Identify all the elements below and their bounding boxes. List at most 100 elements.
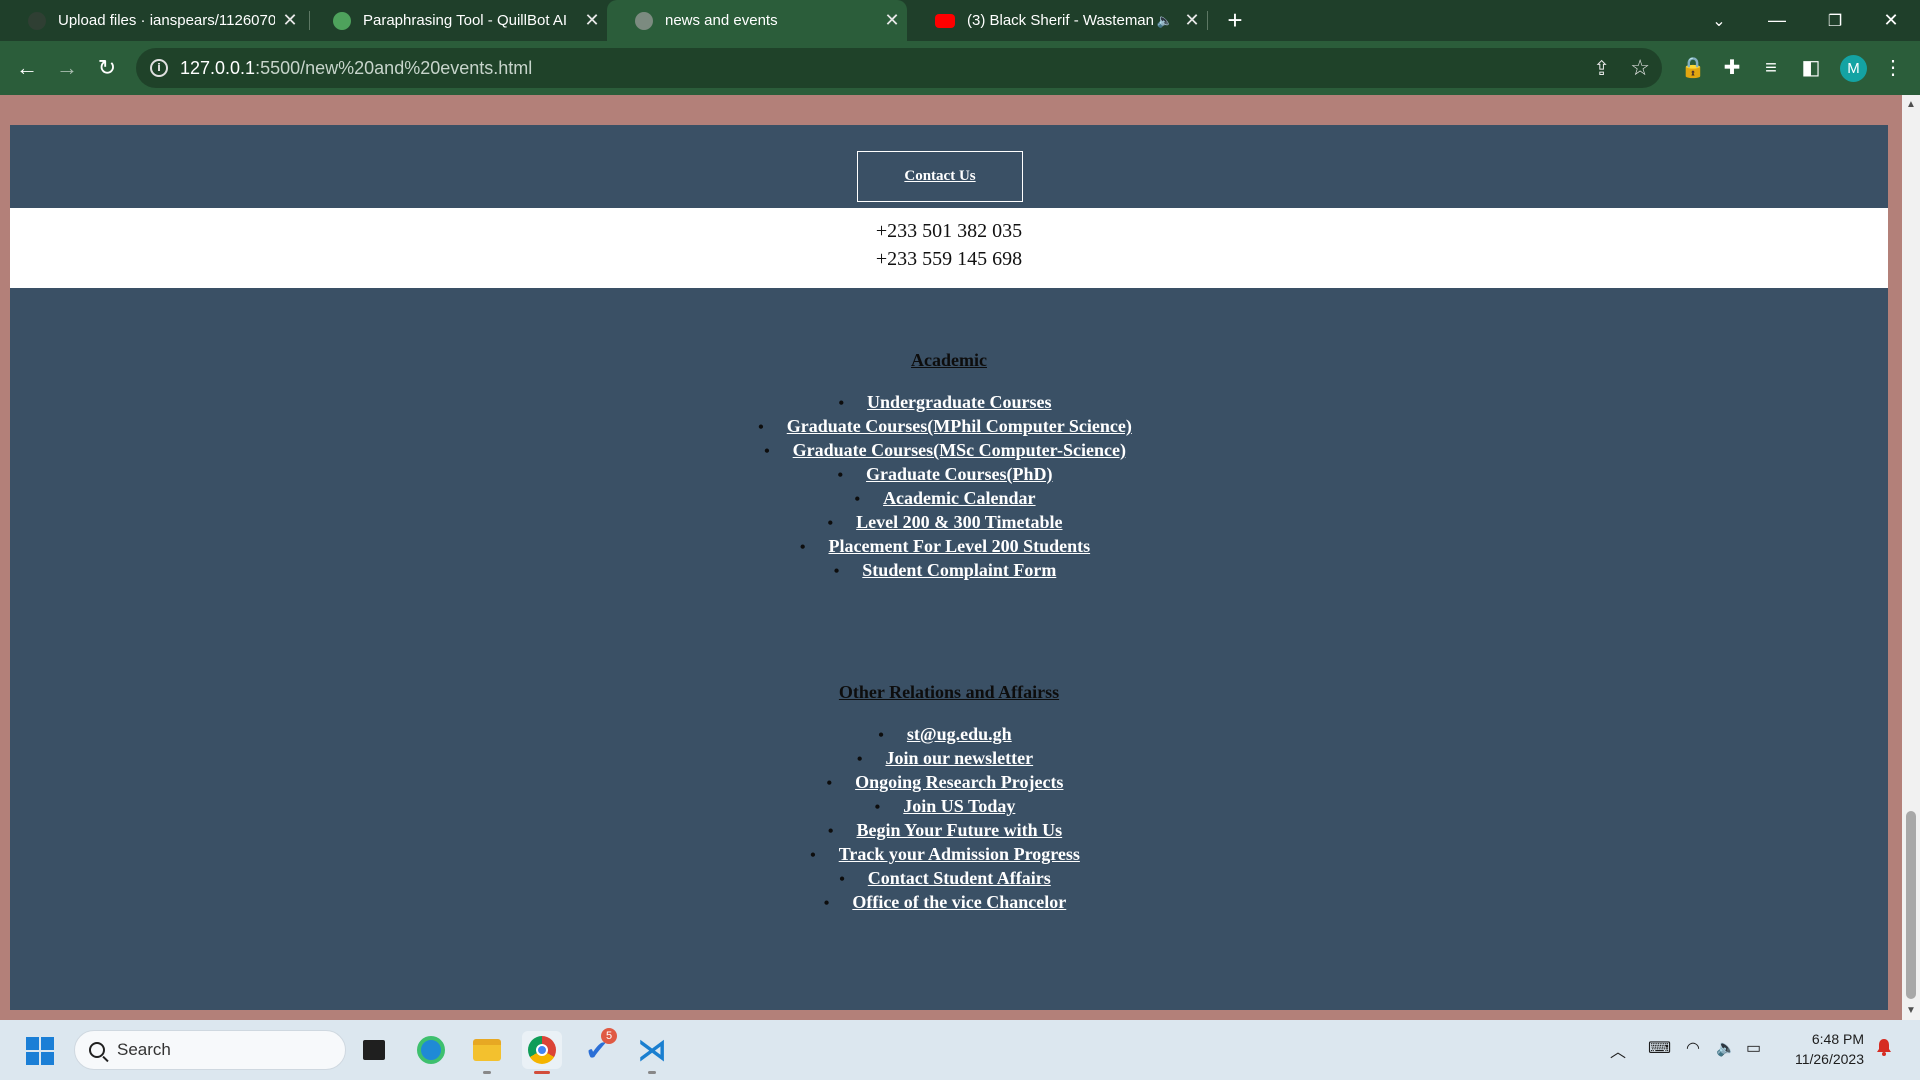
clock-date: 11/26/2023 xyxy=(1794,1051,1864,1067)
list-item: Student Complaint Form xyxy=(10,559,1888,583)
contact-us-button[interactable]: Contact Us xyxy=(857,151,1023,202)
search-label: Search xyxy=(117,1040,171,1059)
close-tab-icon[interactable]: ✕ xyxy=(577,10,607,31)
link-undergraduate-courses[interactable]: Undergraduate Courses xyxy=(867,392,1052,412)
link-join-us[interactable]: Join US Today xyxy=(903,796,1015,816)
link-graduate-msc[interactable]: Graduate Courses(MSc Computer-Science) xyxy=(793,440,1126,460)
list-item: Graduate Courses(PhD) xyxy=(10,463,1888,487)
academic-links: Undergraduate Courses Graduate Courses(M… xyxy=(10,391,1888,583)
link-email[interactable]: st@ug.edu.gh xyxy=(907,724,1012,744)
search-icon xyxy=(89,1042,105,1058)
close-tab-icon[interactable]: ✕ xyxy=(877,10,907,31)
share-icon[interactable]: ⇪ xyxy=(1593,56,1610,81)
link-research-projects[interactable]: Ongoing Research Projects xyxy=(855,772,1063,792)
tab-title: (3) Black Sherif - Wasteman xyxy=(967,12,1154,29)
volume-icon[interactable]: 🔈 xyxy=(1716,1038,1736,1058)
list-item: Graduate Courses(MSc Computer-Science) xyxy=(10,439,1888,463)
tray-overflow-chevron-icon[interactable]: ︿ xyxy=(1610,1038,1626,1062)
link-student-affairs[interactable]: Contact Student Affairs xyxy=(868,868,1051,888)
link-begin-future[interactable]: Begin Your Future with Us xyxy=(856,820,1062,840)
wifi-icon[interactable]: ◠ xyxy=(1686,1038,1700,1058)
scroll-down-arrow-icon[interactable]: ▼ xyxy=(1906,1005,1916,1016)
taskbar-todo-icon[interactable]: ✔ 5 xyxy=(577,1028,617,1069)
url-text: 127.0.0.1:5500/new%20and%20events.html xyxy=(180,58,532,79)
url-path: :5500/new%20and%20events.html xyxy=(255,57,533,78)
taskbar-vscode-icon[interactable]: ⋊ xyxy=(632,1031,672,1074)
speaker-icon[interactable]: 🔈 xyxy=(1157,13,1173,29)
minimize-button[interactable]: — xyxy=(1748,0,1806,41)
phone-number: +233 559 145 698 xyxy=(875,248,1023,270)
list-item: Join US Today xyxy=(10,795,1888,819)
link-vice-chancelor[interactable]: Office of the vice Chancelor xyxy=(852,892,1066,912)
extension-lock-icon[interactable]: 🔒 xyxy=(1678,53,1708,83)
close-window-button[interactable]: ✕ xyxy=(1862,0,1920,41)
clock-time: 6:48 PM xyxy=(1811,1031,1864,1047)
list-item: st@ug.edu.gh xyxy=(10,723,1888,747)
taskbar-chrome-icon[interactable] xyxy=(522,1031,562,1074)
running-indicator xyxy=(534,1071,550,1074)
github-icon xyxy=(28,11,46,30)
link-admission-progress[interactable]: Track your Admission Progress xyxy=(839,844,1080,864)
windows-start-icon[interactable] xyxy=(26,1037,54,1065)
browser-toolbar: ← → ↻ i 127.0.0.1:5500/new%20and%20event… xyxy=(0,41,1920,95)
tab-youtube[interactable]: (3) Black Sherif - Wasteman 🔈 ✕ xyxy=(907,0,1207,41)
close-tab-icon[interactable]: ✕ xyxy=(275,10,305,31)
media-queue-icon[interactable]: ≡ xyxy=(1756,53,1786,83)
tab-title: news and events xyxy=(665,12,778,29)
list-item: Office of the vice Chancelor xyxy=(10,891,1888,915)
tab-search-chevron-icon[interactable]: ⌄ xyxy=(1690,0,1748,41)
bookmark-star-icon[interactable]: ☆ xyxy=(1630,55,1650,81)
link-graduate-mphil[interactable]: Graduate Courses(MPhil Computer Science) xyxy=(787,416,1132,436)
scrollbar-thumb[interactable] xyxy=(1906,811,1916,999)
restore-button[interactable]: ❐ xyxy=(1806,0,1864,41)
back-button[interactable]: ← xyxy=(10,51,44,85)
notification-bell-icon[interactable] xyxy=(1876,1038,1892,1056)
profile-avatar[interactable]: M xyxy=(1840,55,1867,82)
running-indicator xyxy=(648,1071,656,1074)
site-info-icon[interactable]: i xyxy=(150,59,168,77)
link-complaint-form[interactable]: Student Complaint Form xyxy=(862,560,1056,580)
taskbar-task-view-icon[interactable] xyxy=(354,1031,394,1069)
phone-number: +233 501 382 035 xyxy=(875,220,1023,242)
link-placement[interactable]: Placement For Level 200 Students xyxy=(828,536,1090,556)
list-item: Graduate Courses(MPhil Computer Science) xyxy=(10,415,1888,439)
extensions-puzzle-icon[interactable]: ✚ xyxy=(1717,53,1747,83)
running-indicator xyxy=(483,1071,491,1074)
keyboard-icon[interactable]: ⌨ xyxy=(1648,1038,1671,1058)
windows-taskbar: Search ✔ 5 ⋊ ︿ ⌨ ◠ 🔈 ▭ 6:48 PM 11/26/202… xyxy=(0,1020,1920,1080)
forward-button[interactable]: → xyxy=(50,51,84,85)
link-graduate-phd[interactable]: Graduate Courses(PhD) xyxy=(866,464,1053,484)
taskbar-edge-icon[interactable] xyxy=(411,1031,451,1069)
taskbar-file-explorer-icon[interactable] xyxy=(467,1031,507,1074)
battery-icon[interactable]: ▭ xyxy=(1746,1038,1761,1058)
taskbar-search[interactable]: Search xyxy=(74,1030,346,1070)
side-panel-icon[interactable]: ◧ xyxy=(1796,53,1826,83)
scroll-up-arrow-icon[interactable]: ▲ xyxy=(1906,99,1916,110)
close-tab-icon[interactable]: ✕ xyxy=(1177,10,1207,31)
globe-icon xyxy=(635,11,653,30)
reload-button[interactable]: ↻ xyxy=(90,51,124,85)
list-item: Join our newsletter xyxy=(10,747,1888,771)
taskbar-clock[interactable]: 6:48 PM 11/26/2023 xyxy=(1780,1029,1864,1069)
link-academic-calendar[interactable]: Academic Calendar xyxy=(883,488,1035,508)
tab-news-and-events[interactable]: news and events ✕ xyxy=(607,0,907,41)
page-scrollbar[interactable]: ▲ ▼ xyxy=(1902,95,1920,1020)
more-menu-icon[interactable]: ⋮ xyxy=(1878,53,1908,83)
youtube-icon xyxy=(935,13,955,28)
academic-heading: Academic xyxy=(911,350,987,370)
list-item: Track your Admission Progress xyxy=(10,843,1888,867)
list-item: Ongoing Research Projects xyxy=(10,771,1888,795)
browser-tab-strip: Upload files · ianspears/1126070 ✕ Parap… xyxy=(0,0,1920,41)
new-tab-button[interactable]: + xyxy=(1220,6,1250,36)
tab-quillbot[interactable]: Paraphrasing Tool - QuillBot AI ✕ xyxy=(305,0,607,41)
tab-separator xyxy=(1207,11,1208,30)
list-item: Level 200 & 300 Timetable xyxy=(10,511,1888,535)
link-newsletter[interactable]: Join our newsletter xyxy=(885,748,1033,768)
link-timetable[interactable]: Level 200 & 300 Timetable xyxy=(856,512,1062,532)
relations-links: st@ug.edu.gh Join our newsletter Ongoing… xyxy=(10,723,1888,915)
list-item: Undergraduate Courses xyxy=(10,391,1888,415)
tab-upload-files[interactable]: Upload files · ianspears/1126070 ✕ xyxy=(0,0,305,41)
list-item: Placement For Level 200 Students xyxy=(10,535,1888,559)
address-bar[interactable]: i 127.0.0.1:5500/new%20and%20events.html… xyxy=(136,48,1662,88)
footer: Academic Undergraduate Courses Graduate … xyxy=(10,288,1888,1010)
